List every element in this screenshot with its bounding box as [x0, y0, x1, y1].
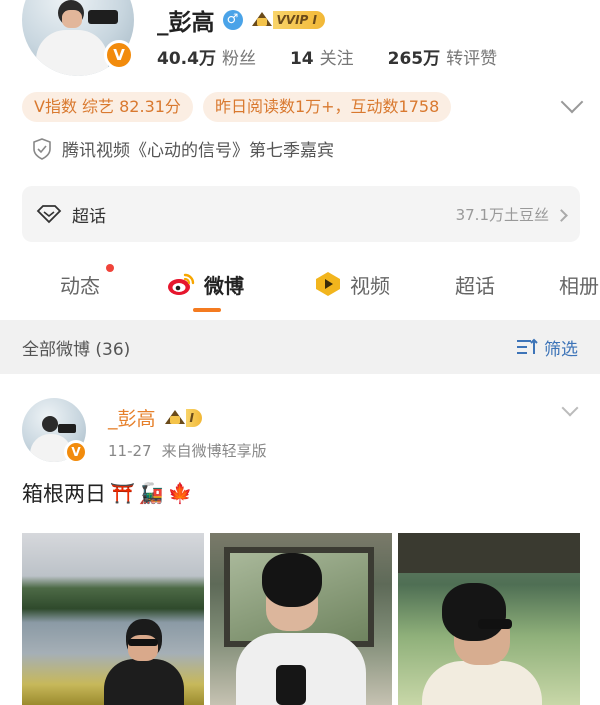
vip-badge[interactable]: VVIP I: [251, 10, 325, 30]
post-vip-label: I: [185, 408, 202, 427]
notification-dot: [106, 264, 114, 272]
post-author-row: _彭高 I: [108, 404, 202, 431]
torii-emoji-icon: ⛩️: [110, 481, 135, 505]
active-tab-indicator: [193, 308, 221, 312]
reading-stats-tag[interactable]: 昨日阅读数1万+，互动数1758: [202, 92, 452, 122]
post-photo-lake[interactable]: [22, 533, 204, 705]
chaohua-label: 超话: [72, 206, 106, 227]
post-photo-grid: [22, 533, 580, 705]
post-body: 箱根两日: [22, 482, 106, 506]
post-vip-badge: I: [164, 408, 202, 428]
expand-chevron-icon[interactable]: [560, 90, 584, 114]
video-play-icon: [316, 272, 340, 296]
tab-chaohua[interactable]: 超话: [455, 262, 495, 306]
post-menu-chevron-icon[interactable]: [561, 399, 579, 417]
post-photo-train[interactable]: [210, 533, 392, 705]
profile-tabs: 动态 微博 视频 超话 相册: [0, 262, 600, 312]
v-index-tag[interactable]: V指数 综艺 82.31分: [22, 92, 193, 122]
chaohua-fans: 37.1万土豆丝: [456, 204, 568, 225]
profile-stats: 40.4万 粉丝 14 关注 265万 转评赞: [157, 44, 497, 69]
post-source: 来自微博轻享版: [161, 442, 267, 460]
profile-name: _彭高: [157, 10, 215, 36]
shield-icon: [33, 137, 51, 160]
post-date: 11-27: [108, 442, 152, 460]
vip-label: VVIP I: [272, 11, 325, 29]
tab-weibo[interactable]: 微博: [166, 262, 244, 306]
certification-text: 腾讯视频《心动的信号》第七季嘉宾: [62, 141, 334, 161]
stat-following[interactable]: 14 关注: [290, 44, 354, 69]
chevron-right-icon: [555, 208, 568, 222]
certification-row: 腾讯视频《心动的信号》第七季嘉宾: [32, 136, 334, 161]
weibo-icon: [168, 273, 195, 295]
tab-video[interactable]: 视频: [314, 262, 390, 306]
diamond-icon: [36, 205, 62, 224]
profile-name-row: _彭高 ♂ VVIP I: [157, 4, 325, 36]
verified-v-icon: V: [64, 440, 88, 464]
post-author-name[interactable]: _彭高: [108, 404, 156, 431]
crown-icon: [251, 10, 273, 30]
maple-leaf-emoji-icon: 🍁: [167, 481, 193, 505]
filter-button[interactable]: 筛选: [516, 335, 578, 360]
filter-bar: 全部微博 (36) 筛选: [0, 320, 600, 374]
post-text: 箱根两日 ⛩️ 🚂 🍁: [22, 478, 193, 508]
stat-interactions[interactable]: 265万 转评赞: [388, 44, 498, 69]
crown-icon: [164, 408, 186, 428]
male-icon: ♂: [222, 10, 243, 30]
verified-v-icon: V: [104, 40, 134, 70]
chaohua-card[interactable]: 超话 37.1万土豆丝: [22, 186, 580, 242]
all-posts-count: 全部微博 (36): [22, 339, 131, 360]
stat-fans[interactable]: 40.4万 粉丝: [157, 44, 256, 69]
train-emoji-icon: 🚂: [138, 481, 164, 505]
post-meta: 11-27 来自微博轻享版: [108, 440, 267, 461]
tab-album[interactable]: 相册: [559, 262, 599, 306]
profile-tags: V指数 综艺 82.31分 昨日阅读数1万+，互动数1758: [22, 92, 452, 122]
tab-dynamics[interactable]: 动态: [60, 262, 100, 306]
filter-icon: [517, 338, 538, 354]
post-photo-window[interactable]: [398, 533, 580, 705]
